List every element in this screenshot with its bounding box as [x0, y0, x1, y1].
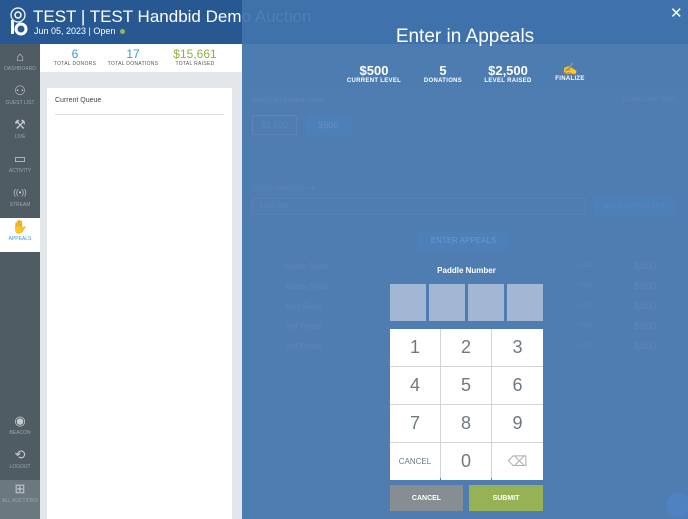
finalize-button[interactable]: ✍ FINALIZE [530, 62, 610, 82]
handbid-logo-icon [10, 7, 28, 36]
logout-icon: ⟲ [14, 447, 26, 462]
donor-amount: $500 [634, 321, 657, 332]
sidebar-item-stream[interactable]: ((•)) STREAM [0, 184, 40, 218]
beacon-icon: ◉ [14, 413, 26, 428]
divider [55, 114, 224, 115]
donor-name: Adam Smith [285, 282, 329, 291]
keypad: 1 2 3 4 5 6 7 8 9 CANCEL 0 ⌫ [390, 329, 543, 480]
submit-button[interactable]: SUBMIT [469, 485, 543, 511]
keypad-key-7[interactable]: 7 [390, 405, 440, 442]
keypad-key-9[interactable]: 9 [492, 405, 543, 442]
sidebar-item-label: STREAM [9, 202, 31, 208]
keypad-key-5[interactable]: 5 [441, 367, 491, 404]
stat-label: TOTAL RAISED [175, 61, 215, 67]
home-icon: ⌂ [16, 49, 24, 64]
donor-amount: $500 [634, 281, 657, 292]
paddle-number-label: Paddle Number [437, 266, 496, 275]
stat-label: TOTAL DONORS [53, 61, 97, 67]
stat-total-donations: 17 TOTAL DONATIONS [102, 47, 164, 68]
stat-value: 17 [126, 47, 140, 61]
keypad-key-3[interactable]: 3 [492, 329, 543, 366]
keypad-key-4[interactable]: 4 [390, 367, 440, 404]
auction-date-status: Jun 05, 2023 | Open [34, 26, 116, 36]
keypad-cancel-key[interactable]: CANCEL [390, 443, 440, 480]
finalize-label: FINALIZE [555, 76, 585, 82]
donor-paddle: #110 [579, 303, 592, 309]
keypad-key-6[interactable]: 6 [492, 367, 543, 404]
sidebar-item-beacon[interactable]: ◉ BEACON [0, 412, 40, 446]
modal-stat-current-level: $500 CURRENT LEVEL [334, 63, 414, 84]
sidebar: ⌂ DASHBOARD ⚇ GUEST LIST ⚒ LIVE ▭ ACTIVITY ((•))… [0, 44, 40, 519]
level-500-button: $500 [306, 115, 351, 135]
donor-amount: $500 [634, 261, 657, 272]
keypad-key-8[interactable]: 8 [441, 405, 491, 442]
sidebar-item-all-auctions[interactable]: ⊞ ALL AUCTIONS [0, 480, 40, 519]
stat-total-raised: $15,661 TOTAL RAISED [168, 47, 222, 68]
donor-paddle: #100 [579, 343, 593, 349]
stat-label: CURRENT LEVEL [346, 78, 402, 84]
keypad-key-1[interactable]: 1 [390, 329, 440, 366]
custom-amount-input: $100,000 [252, 198, 586, 215]
donor-name: Jeff Porter [285, 322, 322, 331]
stat-value: $500 [359, 63, 389, 78]
donor-amount: $500 [634, 341, 657, 352]
sidebar-item-guest-list[interactable]: ⚇ GUEST LIST [0, 82, 40, 116]
sidebar-item-label: BEACON [9, 430, 31, 436]
sidebar-item-live[interactable]: ⚒ LIVE [0, 116, 40, 150]
stream-icon: ((•)) [13, 188, 27, 197]
keypad-key-0[interactable]: 0 [441, 443, 491, 480]
sidebar-item-label: LIVE [14, 134, 26, 140]
donor-amount: $500 [634, 301, 657, 312]
stat-value: $15,661 [173, 47, 217, 61]
donor-paddle: #100 [579, 323, 593, 329]
modal-title: Enter in Appeals [395, 26, 535, 47]
donor-name: Matt Reilly [285, 302, 323, 311]
stat-total-donors: 6 TOTAL DONORS [48, 47, 102, 68]
auction-subtitle: Jun 05, 2023 | Open [34, 26, 126, 36]
current-level-text: Current Level: $500 [622, 97, 675, 103]
current-queue-panel: Current Queue [47, 88, 232, 519]
paddle-digit-box[interactable] [507, 284, 543, 321]
queue-title: Current Queue [55, 97, 102, 104]
donor-paddle: #109 [579, 283, 593, 289]
stat-label: TOTAL DONATIONS [107, 61, 159, 67]
appeal-level-label: Select an Appeal Level [252, 97, 324, 104]
sidebar-item-appeals[interactable]: ✋ APPEALS [0, 218, 40, 252]
paddle-digit-box[interactable] [429, 284, 465, 321]
finalize-icon: ✍ [562, 62, 578, 76]
set-custom-amount-button: SET CUSTOM AMT [594, 198, 675, 215]
donor-paddle: #109 [579, 263, 593, 269]
chat-icon [666, 493, 688, 517]
paddle-digit-box[interactable] [468, 284, 504, 321]
keypad-key-2[interactable]: 2 [441, 329, 491, 366]
stat-value: 6 [71, 47, 79, 61]
enter-appeals-button: ENTER APPEALS [418, 231, 509, 250]
level-2500-button: $2,500 [252, 115, 297, 135]
guests-icon: ⚇ [14, 83, 26, 98]
sidebar-item-label: GUEST LIST [5, 100, 35, 106]
sidebar-item-dashboard[interactable]: ⌂ DASHBOARD [0, 48, 40, 82]
summary-stats: 6 TOTAL DONORS 17 TOTAL DONATIONS $15,661 TOT… [40, 44, 242, 72]
grid-icon: ⊞ [14, 481, 26, 496]
donor-name: Jeff Porter [285, 342, 322, 351]
gavel-icon: ⚒ [14, 117, 26, 132]
sidebar-item-label: LOGOUT [9, 464, 31, 470]
hand-icon: ✋ [11, 219, 29, 234]
backspace-icon[interactable]: ⌫ [492, 443, 543, 480]
sidebar-item-label: APPEALS [8, 236, 32, 242]
custom-amount-label: Custom Appeal Amount [252, 186, 315, 192]
sidebar-item-label: ACTIVITY [8, 168, 32, 174]
sidebar-item-activity[interactable]: ▭ ACTIVITY [0, 150, 40, 184]
sidebar-item-logout[interactable]: ⟲ LOGOUT [0, 446, 40, 480]
laptop-icon: ▭ [13, 151, 27, 166]
sidebar-item-label: ALL AUCTIONS [2, 498, 38, 504]
cancel-button[interactable]: CANCEL [390, 485, 463, 511]
status-dot [120, 29, 126, 35]
paddle-digit-box[interactable] [390, 284, 426, 321]
donor-name: Adam Smith [285, 262, 329, 271]
sidebar-item-label: DASHBOARD [4, 66, 36, 72]
close-icon[interactable]: ✕ [670, 4, 683, 22]
